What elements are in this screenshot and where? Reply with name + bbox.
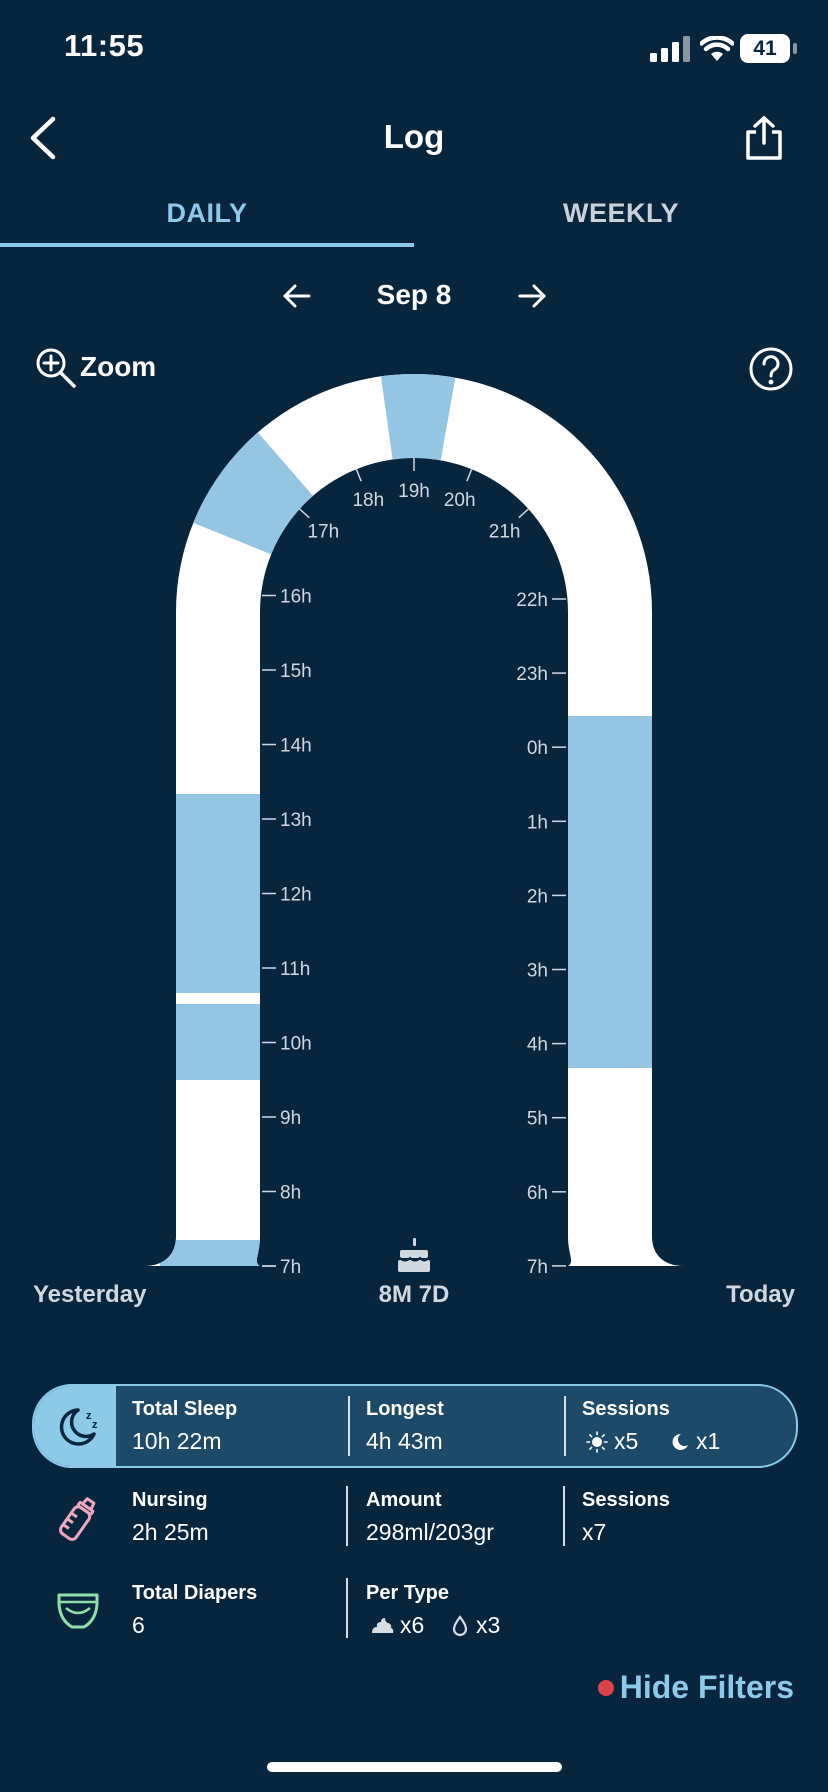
hour-label: 13h: [280, 810, 312, 831]
sleep-block-7h[interactable]: [160, 1240, 270, 1270]
divider: [346, 1486, 348, 1546]
hour-label: 7h: [527, 1257, 548, 1278]
block-gap: [160, 993, 270, 1004]
poop-icon: [372, 1618, 394, 1633]
hour-label: 18h: [352, 490, 384, 511]
night-sessions-count: x1: [696, 1428, 721, 1454]
hour-label: 3h: [527, 961, 548, 982]
hour-label: 15h: [280, 661, 312, 682]
hour-label: 9h: [280, 1108, 301, 1129]
hour-label: 19h: [398, 481, 430, 502]
hour-label: 12h: [280, 885, 312, 906]
birthday-cake-icon: [398, 1238, 430, 1272]
hour-label: 5h: [527, 1109, 548, 1130]
sleep-sessions-label: Sessions: [582, 1398, 670, 1420]
hour-tick: [518, 508, 529, 519]
hour-label: 16h: [280, 587, 312, 608]
nursing-value: 2h 25m: [132, 1519, 209, 1545]
amount-label: Amount: [366, 1489, 442, 1511]
diapers-value: 6: [132, 1612, 145, 1638]
hour-label: 14h: [280, 736, 312, 757]
hour-tick: [355, 468, 362, 482]
night-moon-icon: [672, 1433, 688, 1450]
sleep-block-night[interactable]: [560, 716, 670, 1068]
hour-label: 17h: [307, 521, 339, 542]
hour-label: 22h: [516, 590, 548, 611]
divider: [346, 1578, 348, 1638]
home-indicator: [267, 1762, 562, 1772]
hour-tick: [299, 508, 310, 519]
diapers-label: Total Diapers: [132, 1582, 258, 1604]
day-sessions-count: x5: [614, 1428, 639, 1454]
filter-indicator-dot: [598, 1680, 614, 1696]
sun-icon: [586, 1431, 608, 1453]
hide-filters-button[interactable]: Hide Filters: [620, 1669, 794, 1706]
diaper-icon[interactable]: [56, 1590, 100, 1632]
hour-label: 10h: [280, 1034, 312, 1055]
hour-label: 23h: [516, 664, 548, 685]
hour-label: 20h: [444, 490, 476, 511]
longest-sleep-label: Longest: [366, 1398, 444, 1420]
hour-label: 7h: [280, 1257, 301, 1278]
wet-drop-icon: [452, 1615, 468, 1637]
hour-label: 0h: [527, 738, 548, 759]
hour-label: 4h: [527, 1035, 548, 1056]
hour-label: 21h: [489, 521, 521, 542]
total-sleep-value: 10h 22m: [132, 1428, 222, 1454]
hour-label: 6h: [527, 1183, 548, 1204]
sleep-block-12h[interactable]: [160, 794, 270, 993]
sleep-block-10h[interactable]: [160, 1004, 270, 1080]
svg-text:z: z: [92, 1419, 98, 1431]
hour-label: 11h: [280, 959, 310, 980]
poop-count: x6: [400, 1612, 425, 1638]
sleep-moon-icon: z z: [59, 1408, 98, 1446]
wet-count: x3: [476, 1612, 501, 1638]
divider: [563, 1486, 565, 1546]
longest-sleep-value: 4h 43m: [366, 1428, 443, 1454]
amount-value: 298ml/203gr: [366, 1519, 494, 1545]
hour-label: 1h: [527, 812, 548, 833]
hour-label: 8h: [280, 1183, 301, 1204]
nursing-label: Nursing: [132, 1489, 208, 1511]
nursing-sessions-value: x7: [582, 1519, 607, 1545]
divider: [348, 1396, 350, 1456]
divider: [564, 1396, 566, 1456]
hour-label: 2h: [527, 886, 548, 907]
sleep-timeline: 7h 8h 9h 10h 11h 12h 13h 14h 15h 16h 22h 23h 0h 1h 2h 3…: [144, 374, 684, 1278]
baby-bottle-icon[interactable]: [56, 1494, 100, 1544]
nursing-sessions-label: Sessions: [582, 1489, 670, 1511]
today-label: Today: [726, 1281, 795, 1308]
hour-tick: [466, 468, 473, 482]
total-sleep-label: Total Sleep: [132, 1398, 238, 1420]
sleep-summary-card[interactable]: z z Total Sleep 10h 22m Longest 4h 43m S…: [32, 1384, 798, 1468]
baby-age: 8M 7D: [378, 1281, 450, 1308]
per-type-label: Per Type: [366, 1582, 449, 1604]
